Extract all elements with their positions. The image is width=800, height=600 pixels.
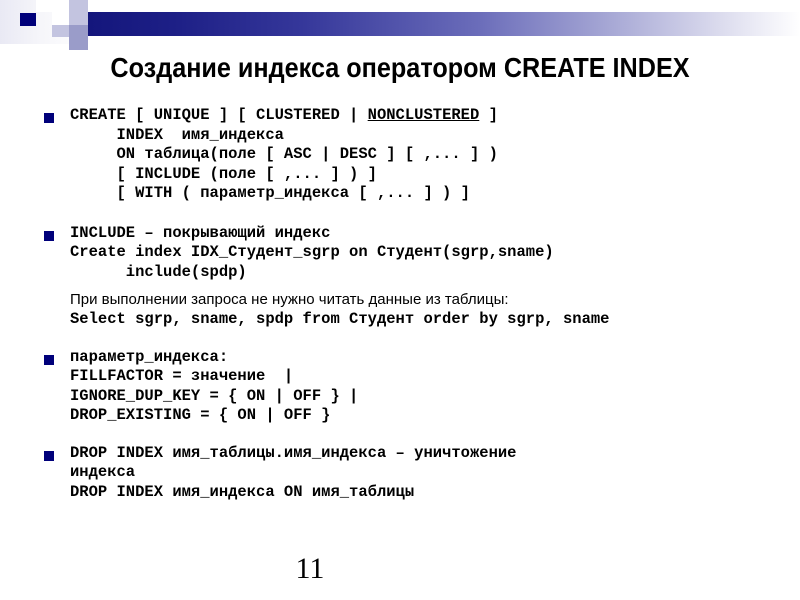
deco-square-white-a [52, 0, 69, 12]
params-line1: параметр_индекса: [70, 347, 229, 366]
create-line1-pre: CREATE [ UNIQUE ] [ CLUSTERED | [70, 106, 368, 124]
create-line3: ON таблица(поле [ ASC | DESC ] [ ,... ] … [70, 145, 498, 163]
bullet-block-create-index: CREATE [ UNIQUE ] [ CLUSTERED | NONCLUST… [0, 106, 800, 204]
bullet-square-icon [44, 450, 54, 461]
deco-square-violet-mid [69, 25, 88, 37]
slide-header-decoration [0, 0, 800, 50]
slide-content: CREATE [ UNIQUE ] [ CLUSTERED | NONCLUST… [0, 106, 800, 518]
slide-title: Создание индекса оператором CREATE INDEX [110, 52, 690, 83]
create-line5: [ WITH ( параметр_индекса [ ,... ] ) ] [70, 184, 470, 202]
include-line1: INCLUDE – покрывающий индекс [70, 223, 331, 242]
params-line2: FILLFACTOR = значение | [70, 367, 294, 385]
include-spacer [70, 282, 800, 290]
create-index-syntax: CREATE [ UNIQUE ] [ CLUSTERED | NONCLUST… [70, 106, 800, 204]
deco-square-lilac-top [69, 0, 88, 12]
create-line1-underlined: NONCLUSTERED [367, 106, 480, 124]
deco-square-lilac-mid [69, 12, 88, 25]
include-note: При выполнении запроса не нужно читать д… [70, 291, 509, 308]
create-line4: [ INCLUDE (поле [ ,... ] ) ] [70, 164, 377, 183]
index-parameters-code: параметр_индекса: FILLFACTOR = значение … [70, 348, 800, 426]
include-line2: Create index IDX_Студент_sgrp on Студент… [70, 243, 554, 261]
bullet-block-drop-index: DROP INDEX имя_таблицы.имя_индекса – уни… [0, 444, 800, 503]
deco-square-lilac-low [52, 25, 69, 37]
deco-square-white-c [88, 0, 106, 12]
page-number: 11 [295, 552, 325, 585]
deco-square-navy [20, 13, 36, 26]
drop-index-code: DROP INDEX имя_таблицы.имя_индекса – уни… [70, 444, 800, 503]
bullet-block-index-parameters: параметр_индекса: FILLFACTOR = значение … [0, 348, 800, 426]
create-line2: INDEX имя_индекса [70, 125, 284, 144]
params-line3: IGNORE_DUP_KEY = { ON | OFF } | [70, 386, 359, 405]
deco-square-white-b [52, 12, 69, 25]
drop-line1: DROP INDEX имя_таблицы.имя_индекса – уни… [70, 443, 517, 462]
drop-line2: индекса [70, 463, 136, 481]
header-gradient-bar [88, 12, 800, 36]
params-line4: DROP_EXISTING = { ON | OFF } [70, 406, 331, 424]
include-line3: include(spdp) [70, 262, 247, 281]
bullet-square-icon [44, 113, 54, 123]
bullet-square-icon [44, 230, 54, 241]
create-line1-post: ] [479, 106, 498, 124]
bullet-square-icon [44, 354, 54, 365]
deco-square-violet-low [69, 37, 88, 50]
deco-square-top-left [36, 0, 52, 12]
include-code-top: INCLUDE – покрывающий индекс Create inde… [70, 224, 800, 283]
drop-line3: DROP INDEX имя_индекса ON имя_таблицы [70, 482, 415, 501]
bullet-block-include: INCLUDE – покрывающий индекс Create inde… [0, 224, 800, 330]
include-select-statement: Select sgrp, sname, spdp from Студент or… [70, 310, 610, 328]
